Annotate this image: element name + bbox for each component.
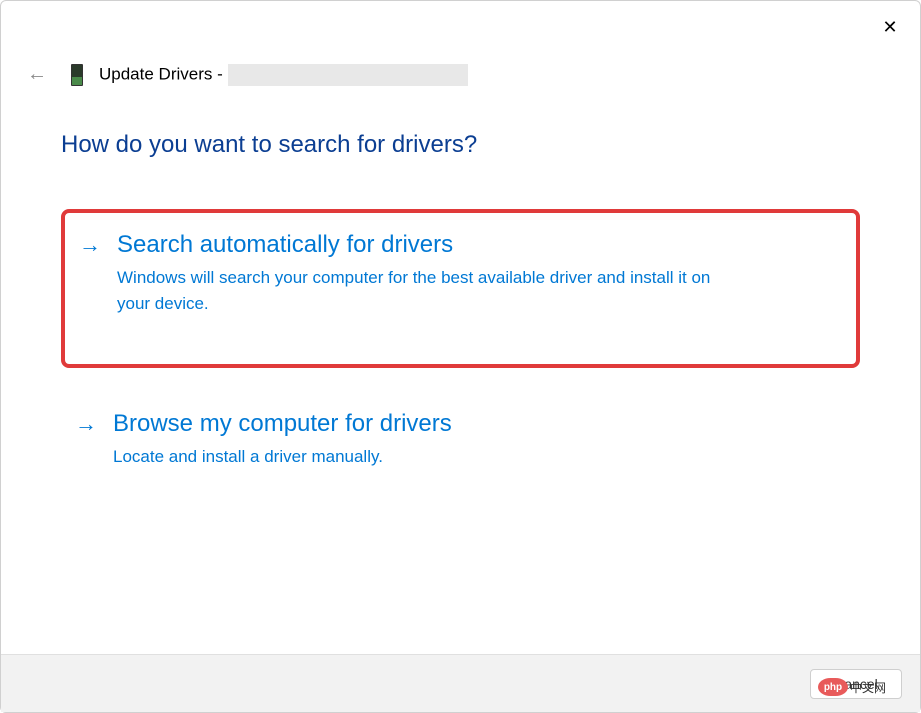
device-icon [71, 64, 83, 86]
back-button[interactable]: ← [23, 61, 51, 88]
main-heading: How do you want to search for drivers? [61, 131, 860, 159]
dialog-title: Update Drivers - [99, 64, 468, 86]
option-browse-computer[interactable]: → Browse my computer for drivers Locate … [61, 392, 860, 492]
arrow-right-icon: → [75, 410, 97, 439]
option-title: Browse my computer for drivers [113, 410, 840, 438]
option-title: Search automatically for drivers [117, 231, 836, 259]
arrow-right-icon: → [79, 231, 101, 260]
cancel-button[interactable]: Cancel [810, 669, 902, 699]
title-prefix: Update Drivers - [99, 64, 223, 83]
content-area: How do you want to search for drivers? →… [61, 131, 860, 516]
title-device-name-redacted [228, 64, 468, 86]
dialog-footer: Cancel [1, 654, 920, 712]
close-icon: ✕ [882, 17, 897, 38]
option-search-automatically[interactable]: → Search automatically for drivers Windo… [61, 209, 860, 368]
option-body: Browse my computer for drivers Locate an… [113, 410, 840, 470]
close-button[interactable]: ✕ [876, 13, 904, 41]
option-description: Locate and install a driver manually. [113, 444, 743, 470]
option-description: Windows will search your computer for th… [117, 265, 747, 316]
dialog-header: ← Update Drivers - [23, 61, 468, 88]
option-body: Search automatically for drivers Windows… [117, 231, 836, 316]
